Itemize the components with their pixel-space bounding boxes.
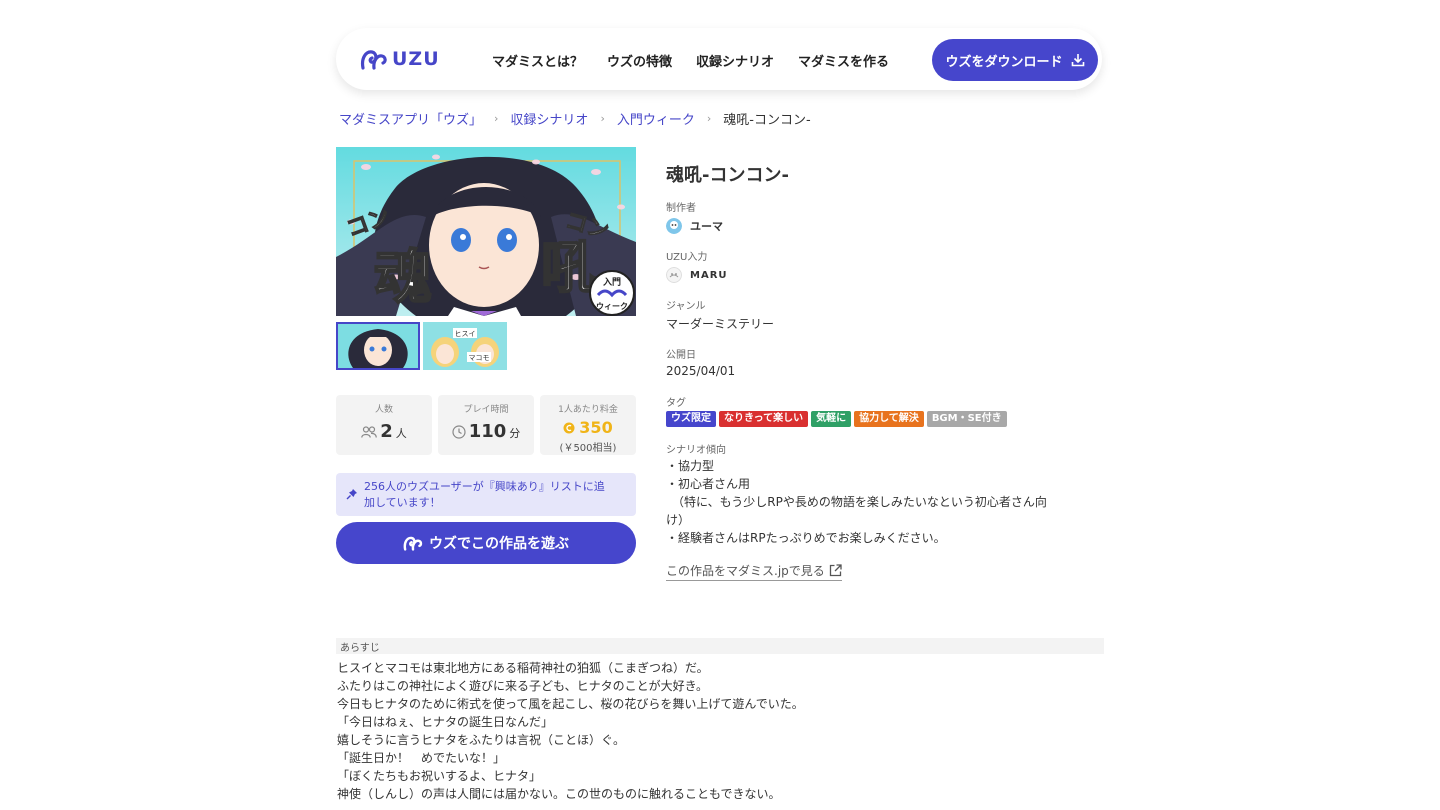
- interest-line-1: 256人のウズユーザーが『興味あり』リストに追: [364, 480, 605, 493]
- pin-icon: [346, 489, 357, 500]
- breadcrumb-home[interactable]: マダミスアプリ「ウズ」: [339, 109, 482, 128]
- tag-bgm-se[interactable]: BGM・SE付き: [926, 411, 1007, 427]
- tendency-line: （特に、もう少しRPや長めの物語を楽しみたいなという初心者さん向: [666, 495, 1047, 509]
- tendency-line: ・協力型: [666, 459, 715, 473]
- synopsis-line: 「今日はねぇ、ヒナタの誕生日なんだ」: [337, 715, 554, 729]
- players-unit: 人: [395, 427, 407, 440]
- thumbnail-2-image: ヒスイ マコモ: [423, 322, 507, 370]
- download-button[interactable]: ウズをダウンロード: [932, 39, 1098, 81]
- play-in-uzu-button[interactable]: ウズでこの作品を遊ぶ: [336, 522, 636, 564]
- madamis-jp-link[interactable]: この作品をマダミス.jpで見る: [666, 562, 842, 581]
- play-button-label: ウズでこの作品を遊ぶ: [429, 536, 569, 552]
- thumbnail-2[interactable]: ヒスイ マコモ: [423, 322, 507, 370]
- main-nav: マダミスとは？ ウズの特徴 収録シナリオ マダミスを作る: [492, 51, 889, 70]
- tendency-list: ・協力型 ・初心者さん用 （特に、もう少しRPや長めの物語を楽しみたいなという初…: [666, 457, 1096, 547]
- chevron-right-icon: ›: [600, 112, 605, 125]
- external-link-icon: [829, 564, 842, 577]
- chevron-right-icon: ›: [494, 112, 499, 125]
- thumbnail-2-label-hisui: ヒスイ: [455, 330, 476, 338]
- creator-row[interactable]: ユーマ: [666, 218, 723, 234]
- synopsis-line: 「ぼくたちもお祝いするよ、ヒナタ」: [337, 769, 542, 783]
- tendency-label: シナリオ傾向: [666, 445, 726, 456]
- synopsis-line: ヒスイとマコモは東北地方にある稲荷神社の狛狐（こまぎつね）だ。: [337, 661, 709, 675]
- uzu-input-label: UZU入力: [666, 252, 708, 263]
- site-header: UZU マダミスとは？ ウズの特徴 収録シナリオ マダミスを作る ウズをダウンロ…: [336, 28, 1102, 90]
- playtime-stat: プレイ時間 110 分: [438, 395, 534, 455]
- uzu-logo-icon: [403, 536, 423, 551]
- creator-label: 制作者: [666, 203, 696, 214]
- tendency-line: け）: [666, 513, 691, 527]
- synopsis-line: 神使（しんし）の声は人間には届かない。この世のものに触れることもできない。: [337, 787, 781, 801]
- tendency-line: ・初心者さん用: [666, 477, 751, 491]
- nav-item-create-madamis[interactable]: マダミスを作る: [798, 51, 889, 70]
- creator-name: ユーマ: [690, 220, 723, 233]
- interest-line-2: 加しています！: [364, 496, 441, 509]
- synopsis-line: 嬉しそうに言うヒナタをふたりは言祝（ことほ）ぐ。: [337, 733, 626, 747]
- players-value: 2: [380, 421, 393, 442]
- playtime-unit: 分: [509, 427, 521, 440]
- breadcrumb-current: 魂吼-コンコン-: [723, 113, 811, 128]
- release-date-label: 公開日: [666, 350, 696, 361]
- input-user-name: MARU: [690, 269, 728, 281]
- nav-item-what-is-madamis[interactable]: マダミスとは？: [492, 51, 583, 70]
- thumbnail-1-image: [338, 324, 418, 368]
- uzu-input-row[interactable]: MARU: [666, 267, 728, 283]
- uzu-logo[interactable]: UZU: [360, 48, 440, 70]
- price-label: 1人あたり料金: [558, 405, 618, 415]
- cover-left-kanji: 魂: [374, 243, 432, 311]
- people-icon: [361, 425, 378, 438]
- synopsis-line: ふたりはこの神社によく遊びに来る子ども、ヒナタのことが大好き。: [337, 679, 709, 693]
- price-yen-equivalent: (￥500相当): [559, 443, 617, 454]
- tag-cooperative[interactable]: 協力して解決: [854, 411, 924, 427]
- uzu-logo-icon: [360, 50, 387, 70]
- players-stat: 人数 2 人: [336, 395, 432, 455]
- chevron-right-icon: ›: [706, 112, 712, 125]
- logo-text: UZU: [392, 48, 440, 70]
- genre-label: ジャンル: [666, 301, 706, 312]
- download-icon: [1071, 54, 1084, 67]
- price-value: 350: [579, 418, 613, 437]
- cover-right-kanji: 吼: [541, 235, 597, 301]
- input-user-avatar: [666, 267, 682, 283]
- nav-item-uzu-features[interactable]: ウズの特徴: [607, 51, 672, 70]
- tendency-line: ・経験者さんはRPたっぷりめでお楽しみください。: [666, 531, 946, 545]
- synopsis-line: 「誕生日か！ めでたいな！」: [337, 751, 506, 765]
- synopsis-body: ヒスイとマコモは東北地方にある稲荷神社の狛狐（こまぎつね）だ。 ふたりはこの神社…: [337, 659, 1107, 803]
- playtime-value: 110: [468, 421, 507, 442]
- synopsis-header: あらすじ: [336, 638, 1104, 654]
- cover-illustration: 魂 吼 コン コン 入門 ウィーク: [336, 147, 636, 316]
- breadcrumb: マダミスアプリ「ウズ」 › 収録シナリオ › 入門ウィーク › 魂吼-コンコン-: [339, 109, 811, 128]
- cover-badge-top: 入門: [602, 277, 621, 288]
- thumbnail-1[interactable]: [336, 322, 420, 370]
- players-label: 人数: [374, 405, 393, 415]
- clock-icon: [452, 424, 466, 439]
- tag-casual[interactable]: 気軽に: [811, 411, 852, 427]
- madamis-jp-link-label: この作品をマダミス.jpで見る: [666, 564, 825, 578]
- tag-roleplay-fun[interactable]: なりきって楽しい: [719, 411, 809, 427]
- tags-label: タグ: [666, 398, 686, 409]
- download-label: ウズをダウンロード: [945, 54, 1063, 70]
- tag-list: ウズ限定 なりきって楽しい 気軽に 協力して解決 BGM・SE付き: [666, 411, 1007, 427]
- scenario-title: 魂吼-コンコン-: [666, 165, 789, 186]
- creator-avatar: [666, 218, 682, 234]
- breadcrumb-scenarios[interactable]: 収録シナリオ: [510, 109, 588, 128]
- cover-image: 魂 吼 コン コン 入門 ウィーク: [336, 147, 636, 316]
- cover-badge-bottom: ウィーク: [596, 301, 628, 311]
- price-stat: 1人あたり料金 350 (￥500相当): [540, 395, 636, 455]
- coin-icon: [563, 422, 575, 433]
- thumbnail-2-label-makomo: マコモ: [469, 354, 490, 362]
- synopsis-line: 今日もヒナタのために術式を使って風を起こし、桜の花びらを舞い上げて遊んでいた。: [337, 697, 804, 711]
- nav-item-scenarios[interactable]: 収録シナリオ: [696, 51, 774, 70]
- interest-notice: 256人のウズユーザーが『興味あり』リストに追 加しています！: [336, 473, 636, 516]
- playtime-label: プレイ時間: [463, 405, 509, 415]
- genre-value: マーダーミステリー: [666, 317, 775, 331]
- tag-uzu-exclusive[interactable]: ウズ限定: [666, 411, 716, 427]
- release-date-value: 2025/04/01: [666, 364, 736, 378]
- breadcrumb-beginner-week[interactable]: 入門ウィーク: [617, 109, 695, 128]
